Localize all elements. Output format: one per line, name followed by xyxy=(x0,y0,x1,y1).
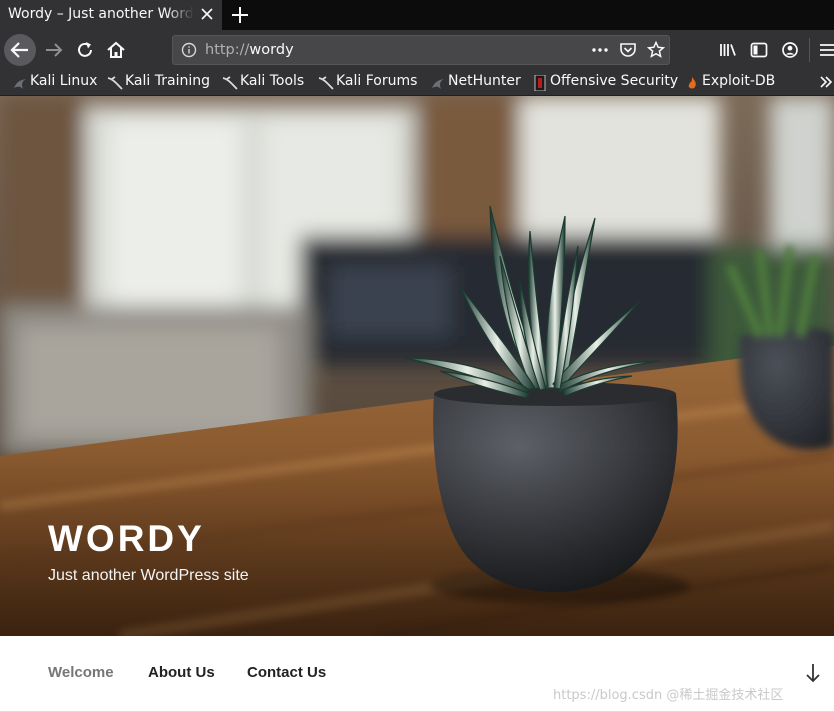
kali-dragon-icon xyxy=(222,76,238,90)
menu-item-about-us[interactable]: About Us xyxy=(148,664,215,681)
bookmark-label: Kali Tools xyxy=(240,73,305,89)
close-tab-icon[interactable] xyxy=(197,4,217,24)
menu-item-contact-us[interactable]: Contact Us xyxy=(247,664,326,681)
bookmark-label: NetHunter xyxy=(448,73,521,89)
exploitdb-icon xyxy=(688,77,696,89)
back-arrow-icon xyxy=(10,42,28,58)
sidebar-icon[interactable] xyxy=(745,36,773,64)
address-bar[interactable]: http://wordy xyxy=(172,35,670,65)
site-navigation: Welcome About Us Contact Us https://blog… xyxy=(0,636,834,712)
page-actions-icon[interactable] xyxy=(590,40,610,60)
tab-title: Wordy – Just another WordPress site xyxy=(8,6,194,22)
bookmark-label: Offensive Security xyxy=(550,73,679,89)
bookmark-star-icon[interactable] xyxy=(646,40,666,60)
more-bookmarks-chevron-icon[interactable] xyxy=(816,72,834,92)
url-text[interactable]: http://wordy xyxy=(205,42,294,58)
back-button[interactable] xyxy=(4,34,36,66)
url-host: wordy xyxy=(249,42,294,58)
watermark-text: https://blog.csdn @稀土掘金技术社区 xyxy=(553,688,784,703)
pocket-icon[interactable] xyxy=(618,40,638,60)
url-protocol: http:// xyxy=(205,42,250,58)
forward-arrow-icon[interactable] xyxy=(40,36,68,64)
bookmark-label: Exploit-DB xyxy=(702,73,776,89)
site-description: Just another WordPress site xyxy=(48,567,249,584)
site-info-icon[interactable] xyxy=(179,40,199,60)
navigation-toolbar: http://wordy xyxy=(0,30,834,70)
bookmark-label: Kali Linux xyxy=(30,73,98,89)
tab-strip: Wordy – Just another WordPress site xyxy=(0,0,834,30)
bookmark-label: Kali Training xyxy=(125,73,210,89)
scroll-down-arrow-icon[interactable] xyxy=(803,661,823,685)
kali-dragon-icon xyxy=(107,76,123,90)
account-icon[interactable] xyxy=(776,36,804,64)
bookmark-label: Kali Forums xyxy=(336,73,418,89)
reload-icon[interactable] xyxy=(71,36,99,64)
menu-item-welcome[interactable]: Welcome xyxy=(48,664,114,681)
bookmarks-toolbar: Kali Linux Kali Training Kali Tools Kali… xyxy=(0,70,834,96)
kali-dragon-icon xyxy=(432,79,444,89)
kali-dragon-icon xyxy=(318,76,334,90)
library-icon[interactable] xyxy=(714,36,742,64)
site-title[interactable]: WORDY xyxy=(48,518,205,560)
toolbar-separator xyxy=(809,38,810,62)
kali-dragon-icon xyxy=(14,79,26,89)
home-icon[interactable] xyxy=(102,36,130,64)
browser-tab[interactable]: Wordy – Just another WordPress site xyxy=(0,0,222,30)
new-tab-icon[interactable] xyxy=(228,3,252,27)
offsec-icon xyxy=(534,75,546,91)
menu-icon[interactable] xyxy=(815,36,834,64)
